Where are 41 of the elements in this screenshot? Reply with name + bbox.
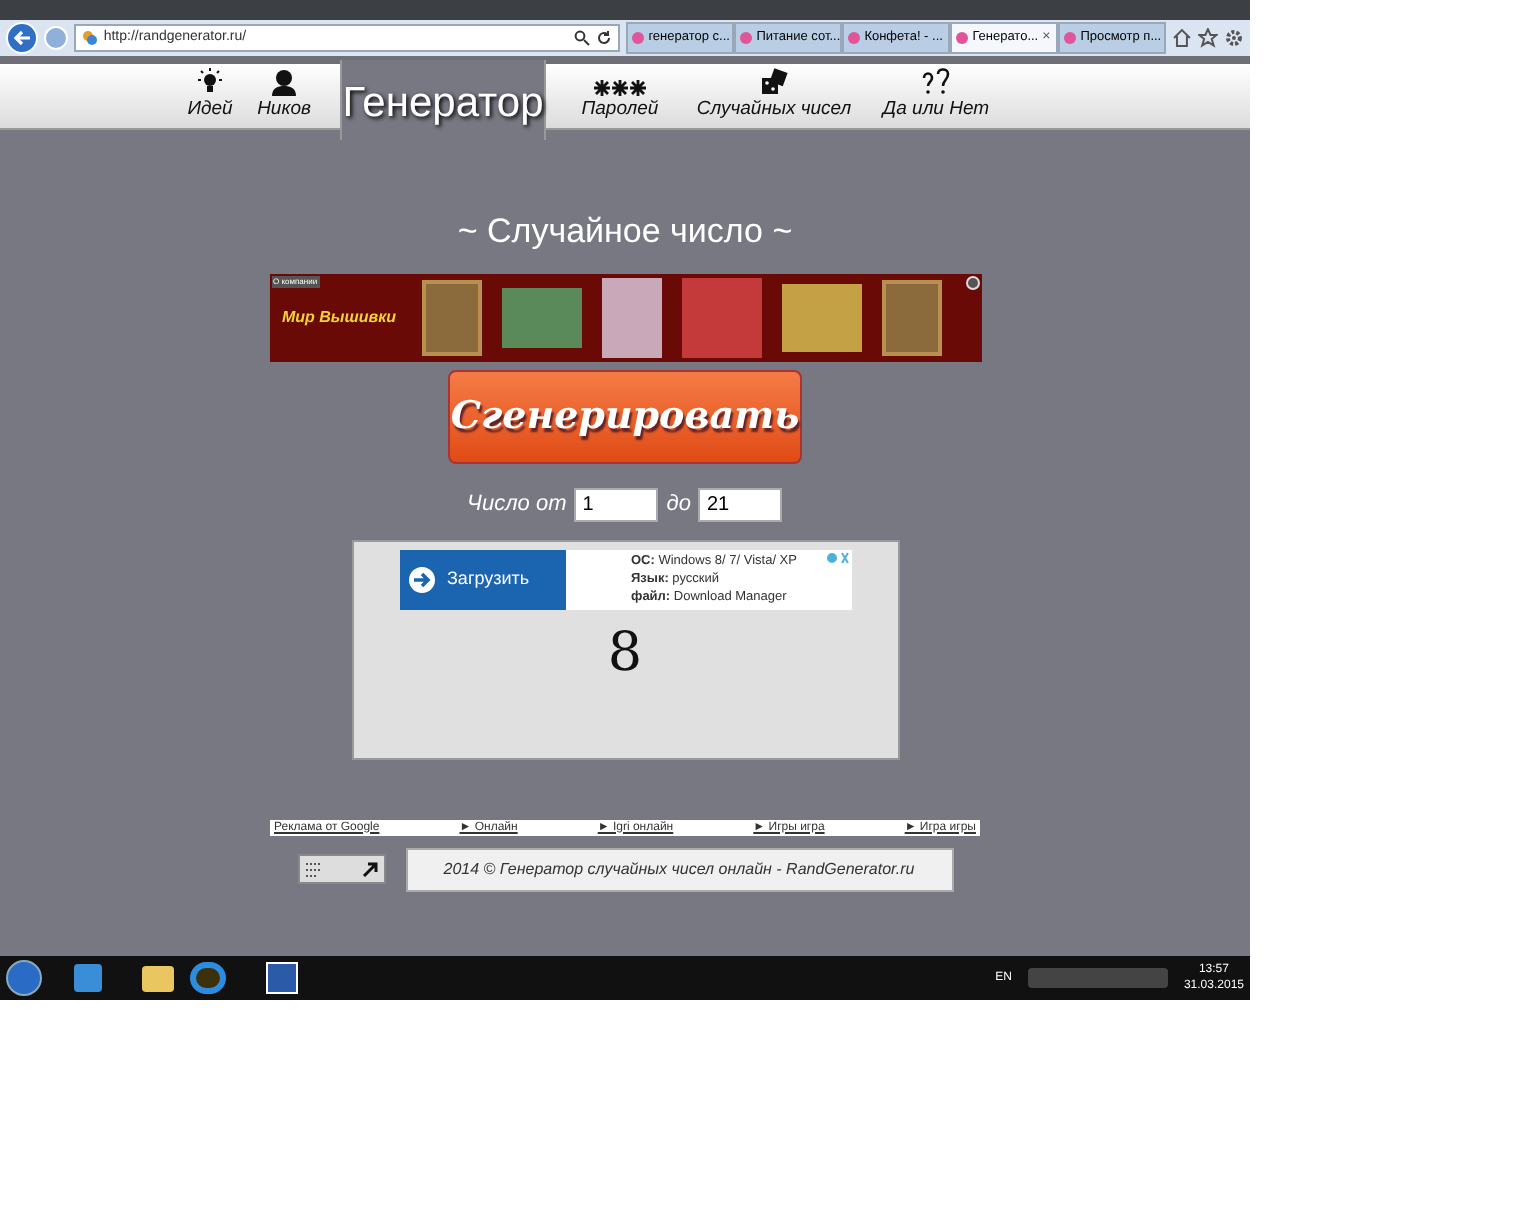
nav-item[interactable]: Паролей xyxy=(578,60,662,128)
tab-favicon-icon xyxy=(1064,32,1077,44)
tab-favicon-icon xyxy=(956,32,969,44)
banner-brand: Мир Вышивки xyxy=(279,305,399,329)
home-icon[interactable] xyxy=(1172,28,1193,48)
folder-icon[interactable] xyxy=(142,965,174,991)
arrow-circle-icon xyxy=(407,565,435,593)
dice-icon xyxy=(760,67,788,96)
light-bulb-icon xyxy=(196,67,224,96)
star-icon[interactable] xyxy=(1198,28,1219,48)
refresh-icon[interactable] xyxy=(596,30,613,46)
from-field[interactable]: 1 xyxy=(574,487,659,521)
back-arrow-icon xyxy=(11,30,32,46)
question-marks-icon xyxy=(920,67,952,96)
asterisks-icon xyxy=(594,79,646,96)
arrow-icon xyxy=(359,859,379,879)
tab-favicon-icon xyxy=(632,32,645,44)
start-button[interactable] xyxy=(6,960,42,996)
nav-item[interactable]: Случайных чисел xyxy=(694,60,854,128)
share-badge[interactable] xyxy=(297,854,385,884)
page-heading: ~ Случайное число ~ xyxy=(457,210,793,254)
random-number: 8 xyxy=(607,619,643,687)
info-icon[interactable] xyxy=(965,275,979,289)
person-icon xyxy=(270,67,298,96)
search-icon[interactable] xyxy=(574,30,591,46)
to-field[interactable]: 21 xyxy=(698,487,783,521)
nav-item[interactable]: Идей xyxy=(176,60,244,128)
download-button[interactable]: Загрузить xyxy=(399,549,565,609)
from-label: Число от xyxy=(467,489,567,520)
browser-icon[interactable] xyxy=(190,962,226,994)
site-icon xyxy=(81,30,98,46)
nav-item[interactable]: Генератор xyxy=(340,60,546,140)
back-button[interactable] xyxy=(6,22,38,54)
settings-icon[interactable] xyxy=(1224,28,1244,48)
footer-text: 2014 © Генератор случайных чисел онлайн - RandGenerator.ru xyxy=(405,847,953,891)
nav-item[interactable]: Да или Нет xyxy=(870,60,1002,128)
to-label: до xyxy=(666,489,691,520)
counter-icon xyxy=(303,859,323,879)
tab-favicon-icon xyxy=(848,32,861,44)
tab-favicon-icon xyxy=(740,32,753,44)
nav-item[interactable]: Ников xyxy=(244,60,324,128)
